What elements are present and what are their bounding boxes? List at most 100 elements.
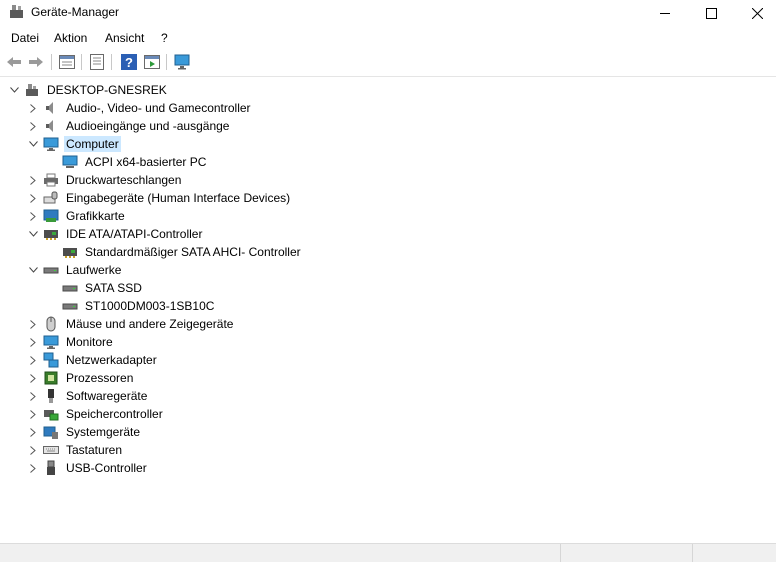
monitor-scan-icon[interactable] bbox=[174, 53, 192, 71]
system-device-icon bbox=[43, 424, 59, 440]
tree-device-acpi-x64-basierter-pc[interactable]: ACPI x64-basierter PC bbox=[62, 153, 208, 171]
menu-datei[interactable]: Datei bbox=[11, 31, 39, 45]
tree-item-label: Druckwarteschlangen bbox=[66, 173, 182, 187]
status-cell bbox=[692, 544, 693, 562]
tree-item-systemgeraete[interactable]: Systemgeräte bbox=[27, 423, 142, 441]
tree-item-label: Monitore bbox=[66, 335, 113, 349]
root-label: DESKTOP-GNESREK bbox=[47, 83, 167, 97]
tree-item-label: Prozessoren bbox=[66, 371, 134, 385]
chevron-right-icon[interactable] bbox=[27, 207, 39, 225]
run-icon[interactable] bbox=[143, 53, 161, 71]
tree-item-maeuse-und-andere-zeigegeraete[interactable]: Mäuse und andere Zeigegeräte bbox=[27, 315, 235, 333]
toolbar-separator bbox=[81, 54, 82, 70]
chevron-down-icon[interactable] bbox=[27, 261, 39, 279]
view-list-icon[interactable] bbox=[88, 53, 106, 71]
tree-item-label: Computer bbox=[64, 136, 121, 152]
tree-item-softwaregeraete[interactable]: Softwaregeräte bbox=[27, 387, 149, 405]
chevron-right-icon[interactable] bbox=[27, 315, 39, 333]
storage-controller-icon bbox=[43, 406, 59, 422]
toolbar-separator bbox=[111, 54, 112, 70]
chevron-right-icon[interactable] bbox=[27, 387, 39, 405]
tree-item-netzwerkadapter[interactable]: Netzwerkadapter bbox=[27, 351, 159, 369]
computer-icon bbox=[24, 82, 40, 98]
tree-device-st1000dm003-1sb10c[interactable]: ST1000DM003-1SB10C bbox=[62, 297, 216, 315]
speaker-icon bbox=[43, 100, 59, 116]
toolbar: ? bbox=[0, 50, 776, 77]
tree-device-sata-ssd[interactable]: SATA SSD bbox=[62, 279, 144, 297]
speaker-icon bbox=[43, 118, 59, 134]
chevron-right-icon[interactable] bbox=[27, 441, 39, 459]
software-device-icon bbox=[43, 388, 59, 404]
tree-item-label: USB-Controller bbox=[66, 461, 147, 475]
monitor-icon bbox=[43, 136, 59, 152]
processor-icon bbox=[43, 370, 59, 386]
tree-device-label: ACPI x64-basierter PC bbox=[85, 155, 207, 169]
tree-root[interactable]: DESKTOP-GNESREK bbox=[8, 81, 169, 99]
tree-item-laufwerke[interactable]: Laufwerke bbox=[27, 261, 123, 279]
forward-arrow-icon[interactable] bbox=[27, 53, 45, 71]
computer-icon bbox=[62, 154, 78, 170]
status-bar bbox=[0, 543, 776, 562]
hid-icon bbox=[43, 190, 59, 206]
chevron-down-icon[interactable] bbox=[27, 225, 39, 243]
tree-item-monitore[interactable]: Monitore bbox=[27, 333, 115, 351]
maximize-button[interactable] bbox=[688, 0, 734, 26]
chevron-down-icon[interactable] bbox=[27, 135, 39, 153]
menu-help[interactable]: ? bbox=[161, 31, 168, 45]
chevron-right-icon[interactable] bbox=[27, 369, 39, 387]
tree-item-usb-controller[interactable]: USB-Controller bbox=[27, 459, 149, 477]
chevron-right-icon[interactable] bbox=[27, 405, 39, 423]
chevron-right-icon[interactable] bbox=[27, 117, 39, 135]
tree-item-audioeingaenge-und-ausgaenge[interactable]: Audioeingänge und -ausgänge bbox=[27, 117, 231, 135]
tree-item-prozessoren[interactable]: Prozessoren bbox=[27, 369, 135, 387]
tree-item-label: Mäuse und andere Zeigegeräte bbox=[66, 317, 234, 331]
tree-device-label: ST1000DM003-1SB10C bbox=[85, 299, 215, 313]
tree-item-label: Laufwerke bbox=[66, 263, 122, 277]
tree-item-audio-video-und-gamecontroller[interactable]: Audio-, Video- und Gamecontroller bbox=[27, 99, 253, 117]
tree-item-grafikkarte[interactable]: Grafikkarte bbox=[27, 207, 127, 225]
title-bar: Geräte-Manager bbox=[0, 0, 776, 26]
device-manager-icon bbox=[9, 4, 24, 19]
chevron-right-icon[interactable] bbox=[27, 99, 39, 117]
controller-icon bbox=[62, 244, 78, 260]
tree-item-label: IDE ATA/ATAPI-Controller bbox=[66, 227, 203, 241]
chevron-right-icon[interactable] bbox=[27, 333, 39, 351]
tree-item-label: Systemgeräte bbox=[66, 425, 141, 439]
tree-item-eingabegeraete-human-interface-devices[interactable]: Eingabegeräte (Human Interface Devices) bbox=[27, 189, 292, 207]
tree-item-label: Eingabegeräte (Human Interface Devices) bbox=[66, 191, 291, 205]
chevron-right-icon[interactable] bbox=[27, 459, 39, 477]
mouse-icon bbox=[43, 316, 59, 332]
network-icon bbox=[43, 352, 59, 368]
tree-item-speichercontroller[interactable]: Speichercontroller bbox=[27, 405, 165, 423]
chevron-right-icon[interactable] bbox=[27, 171, 39, 189]
chevron-right-icon[interactable] bbox=[27, 423, 39, 441]
tree-item-label: Softwaregeräte bbox=[66, 389, 148, 403]
tree-item-tastaturen[interactable]: Tastaturen bbox=[27, 441, 124, 459]
tree-item-label: Grafikkarte bbox=[66, 209, 125, 223]
chevron-right-icon[interactable] bbox=[27, 189, 39, 207]
tree-device-label: Standardmäßiger SATA AHCI- Controller bbox=[85, 245, 301, 259]
menu-ansicht[interactable]: Ansicht bbox=[105, 31, 144, 45]
status-cell bbox=[560, 544, 561, 562]
chevron-down-icon[interactable] bbox=[8, 81, 20, 99]
chevron-right-icon[interactable] bbox=[27, 351, 39, 369]
tree-item-druckwarteschlangen[interactable]: Druckwarteschlangen bbox=[27, 171, 183, 189]
window-title: Geräte-Manager bbox=[31, 5, 120, 19]
tree-item-computer[interactable]: Computer bbox=[27, 135, 121, 153]
close-button[interactable] bbox=[734, 0, 776, 26]
printer-icon bbox=[43, 172, 59, 188]
display-adapter-icon bbox=[43, 208, 59, 224]
help-icon[interactable]: ? bbox=[120, 53, 138, 71]
tree-device-standardmaessiger-sata-ahci-controller[interactable]: Standardmäßiger SATA AHCI- Controller bbox=[62, 243, 303, 261]
menu-bar: Datei Aktion Ansicht ? bbox=[0, 28, 776, 48]
menu-aktion[interactable]: Aktion bbox=[54, 31, 87, 45]
minimize-button[interactable] bbox=[642, 0, 688, 26]
device-tree: DESKTOP-GNESREK Audio-, Video- und Gamec… bbox=[0, 80, 776, 542]
tree-item-ide-ata-atapi-controller[interactable]: IDE ATA/ATAPI-Controller bbox=[27, 225, 204, 243]
controller-icon bbox=[43, 226, 59, 242]
tree-item-label: Audioeingänge und -ausgänge bbox=[66, 119, 230, 133]
disk-drive-icon bbox=[43, 262, 59, 278]
back-arrow-icon[interactable] bbox=[5, 53, 23, 71]
tree-device-label: SATA SSD bbox=[85, 281, 142, 295]
properties-icon[interactable] bbox=[58, 53, 76, 71]
